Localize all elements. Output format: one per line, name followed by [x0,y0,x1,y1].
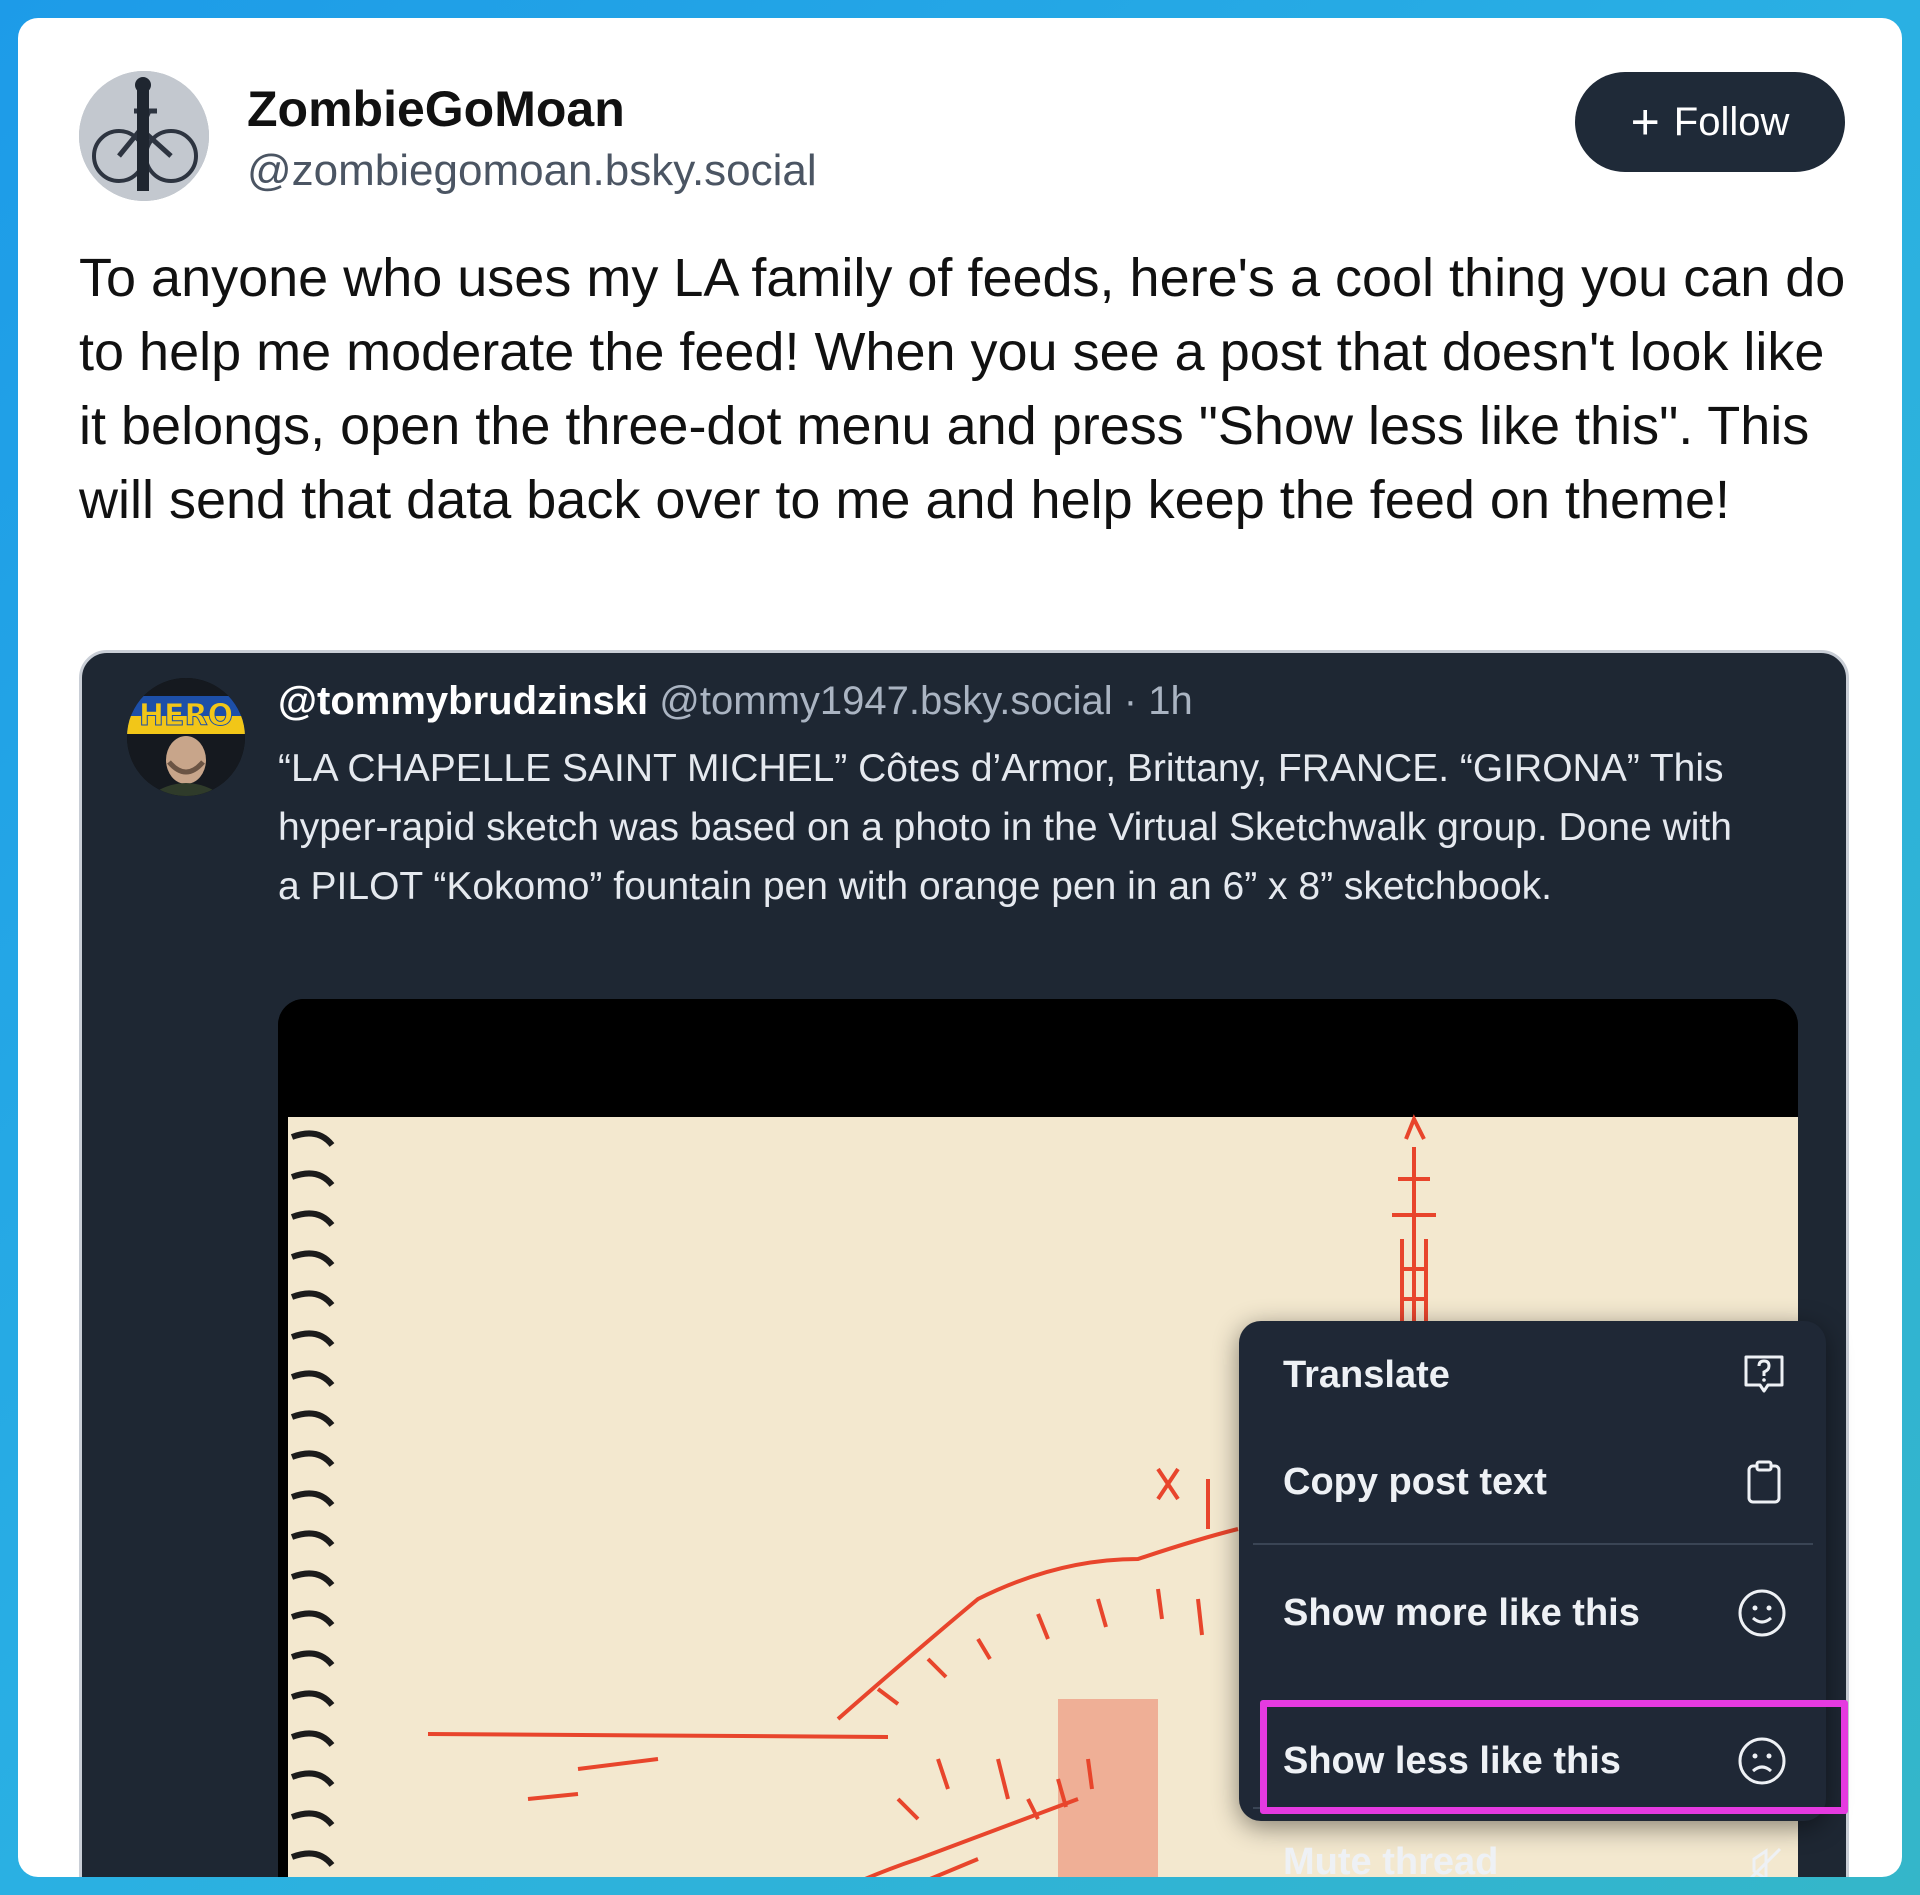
quoted-handle[interactable]: @tommy1947.bsky.social [659,679,1112,723]
post-card: ZombieGoMoan @zombiegomoan.bsky.social +… [18,18,1902,1877]
menu-item-label: Copy post text [1283,1460,1547,1503]
follow-label: Follow [1673,99,1790,144]
menu-item-mute-thread[interactable]: Mute thread [1239,1831,1826,1877]
author-handle[interactable]: @zombiegomoan.bsky.social [247,146,817,196]
bicycle-photo-icon [79,71,209,201]
author-display-name[interactable]: ZombieGoMoan [247,80,625,138]
menu-item-translate[interactable]: Translate [1239,1325,1826,1425]
translate-icon [1744,1355,1784,1393]
smile-icon [1738,1589,1786,1637]
menu-item-label: Translate [1283,1353,1450,1396]
show-less-highlight [1260,1700,1848,1814]
post-text: To anyone who uses my LA family of feeds… [79,248,1846,530]
quoted-username[interactable]: @tommybrudzinski [278,679,648,723]
menu-divider [1253,1543,1813,1545]
menu-item-copy-post-text[interactable]: Copy post text [1239,1432,1826,1532]
plus-icon: + [1630,94,1660,150]
menu-item-label: Mute thread [1283,1841,1499,1877]
quoted-header: @tommybrudzinski @tommy1947.bsky.social … [278,679,1193,724]
menu-item-show-more[interactable]: Show more like this [1239,1563,1826,1663]
quoted-separator: · [1123,679,1138,723]
quoted-text: “LA CHAPELLE SAINT MICHEL” Côtes d’Armor… [278,747,1732,908]
follow-button[interactable]: + Follow [1575,72,1845,172]
quoted-time[interactable]: 1h [1148,679,1193,723]
author-avatar[interactable] [79,71,209,201]
quoted-author-avatar[interactable]: HERO [127,678,245,796]
clipboard-icon [1747,1460,1781,1504]
avatar-badge-text: HERO [139,698,233,733]
mute-icon [1749,1847,1782,1877]
menu-item-label: Show more like this [1283,1591,1640,1634]
portrait-icon: HERO [127,678,245,796]
